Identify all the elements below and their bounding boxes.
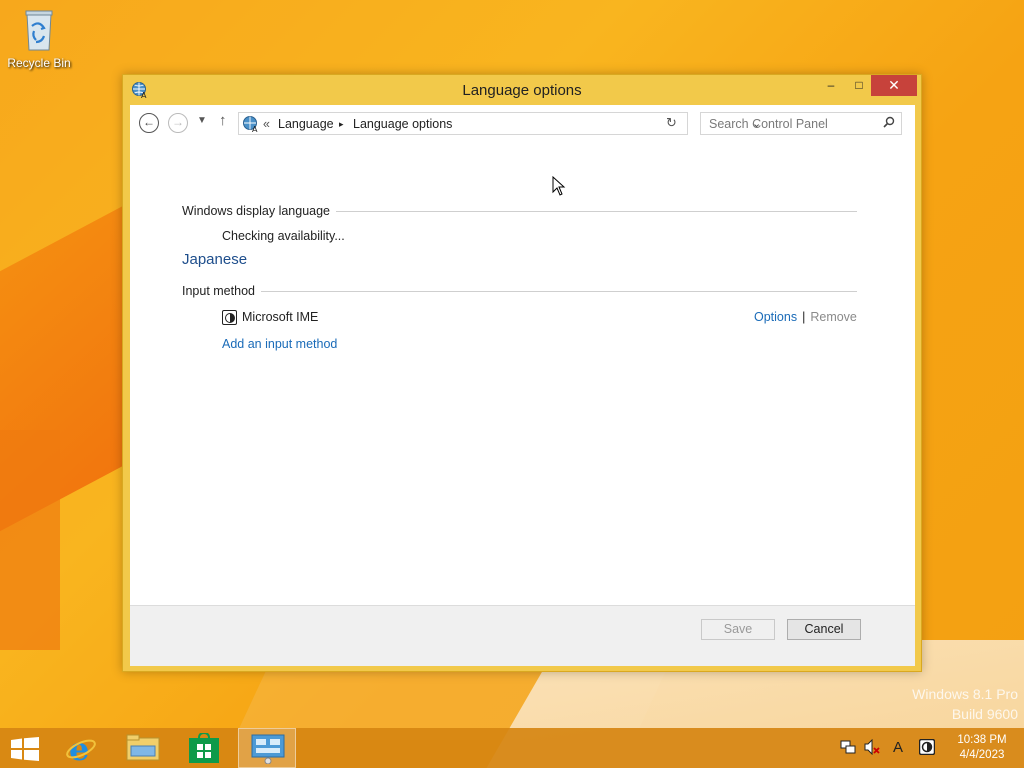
options-link[interactable]: Options [754, 310, 797, 324]
svg-text:A: A [252, 125, 258, 133]
os-watermark: Windows 8.1 Pro Build 9600 [912, 684, 1018, 724]
ime-mode-indicator[interactable]: A [893, 739, 903, 756]
chevron-down-icon: ▼ [197, 115, 207, 126]
up-button[interactable]: ↑ [219, 112, 227, 129]
input-method-name: Microsoft IME [242, 310, 319, 324]
window-client-area: ← → ▼ ↑ A « Language ▸ Language options … [130, 105, 915, 666]
breadcrumb-overflow[interactable]: « [263, 117, 270, 131]
breadcrumb-language-options[interactable]: Language options [353, 117, 452, 131]
network-icon[interactable] [840, 739, 856, 758]
desktop-icon-label: Recycle Bin [7, 56, 71, 70]
taskbar-internet-explorer[interactable]: e [52, 728, 110, 768]
taskbar-file-explorer[interactable] [114, 728, 172, 768]
cancel-button[interactable]: Cancel [787, 619, 861, 640]
input-method-actions: Options | Remove [754, 310, 857, 324]
clock-date: 4/4/2023 [959, 749, 1005, 761]
close-button[interactable]: ✕ [871, 75, 917, 96]
taskbar: e A 10:38 PM 4/4/2023 [0, 728, 1024, 768]
language-globe-icon: A [242, 115, 260, 134]
section-display-language: Windows display language [182, 204, 337, 218]
refresh-icon: ↻ [666, 115, 677, 130]
navigation-bar: ← → ▼ ↑ A « Language ▸ Language options … [130, 105, 915, 141]
divider [182, 291, 857, 292]
internet-explorer-icon: e [66, 732, 96, 764]
input-method-item: Microsoft IME [222, 310, 319, 326]
ime-icon[interactable] [918, 738, 936, 758]
add-input-method-link[interactable]: Add an input method [222, 337, 337, 351]
desktop-icon-recycle-bin[interactable]: Recycle Bin [6, 6, 72, 70]
address-bar[interactable]: A « Language ▸ Language options ⌄ [238, 112, 761, 135]
window-title: Language options [462, 82, 582, 99]
breadcrumb-language[interactable]: Language [278, 117, 334, 131]
title-bar[interactable]: A Language options – □ ✕ [123, 75, 921, 105]
background-shape [0, 430, 60, 650]
save-button[interactable]: Save [701, 619, 775, 640]
remove-link[interactable]: Remove [810, 310, 857, 324]
recent-locations-button[interactable]: ▼ [197, 115, 207, 126]
mouse-cursor-icon [552, 175, 566, 201]
volume-muted-icon[interactable] [864, 738, 880, 758]
system-clock[interactable]: 10:38 PM 4/4/2023 [948, 733, 1016, 763]
back-button[interactable]: ← [139, 113, 159, 133]
ime-icon [222, 310, 237, 326]
arrow-right-icon: → [172, 115, 184, 129]
language-heading: Japanese [182, 251, 248, 268]
search-placeholder: Search Control Panel [709, 117, 828, 131]
forward-button[interactable]: → [168, 113, 188, 133]
minimize-button[interactable]: – [817, 75, 845, 96]
language-options-window: A Language options – □ ✕ ← → ▼ ↑ A « Lan… [122, 74, 922, 672]
arrow-left-icon: ← [143, 115, 155, 129]
watermark-build: Build 9600 [951, 706, 1018, 722]
store-icon [189, 733, 219, 763]
arrow-up-icon: ↑ [219, 112, 227, 129]
taskbar-store[interactable] [176, 728, 234, 768]
separator: | [802, 310, 806, 324]
availability-status: Checking availability... [222, 229, 345, 243]
refresh-button[interactable]: ↻ [666, 115, 677, 131]
section-input-method: Input method [182, 284, 261, 298]
taskbar-control-panel[interactable] [238, 728, 296, 768]
start-icon [11, 737, 39, 761]
search-input[interactable]: Search Control Panel [700, 112, 902, 135]
watermark-edition: Windows 8.1 Pro [912, 686, 1018, 702]
recycle-bin-icon [22, 6, 56, 52]
dialog-footer: Save Cancel [130, 605, 915, 666]
control-panel-icon [251, 734, 285, 764]
breadcrumb-separator-icon[interactable]: ▸ [339, 119, 344, 130]
search-icon[interactable] [883, 116, 895, 131]
maximize-button[interactable]: □ [845, 75, 873, 96]
start-button[interactable] [0, 728, 50, 768]
file-explorer-icon [126, 734, 160, 761]
clock-time: 10:38 PM [957, 734, 1007, 746]
